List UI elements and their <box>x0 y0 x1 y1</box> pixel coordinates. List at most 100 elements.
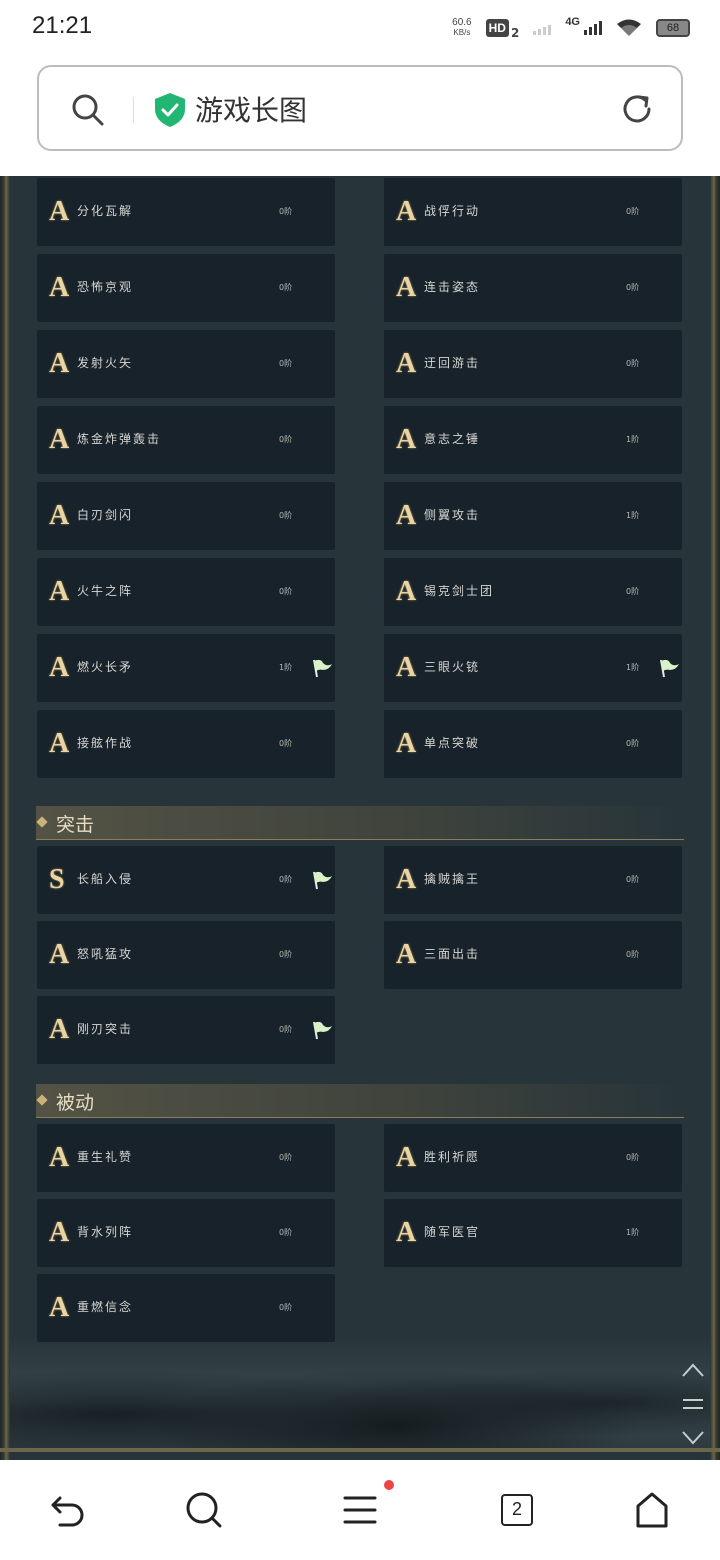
skill-card[interactable]: A 火牛之阵 0阶 <box>37 558 335 626</box>
grade-badge: A <box>396 576 417 607</box>
skill-card[interactable]: A 迂回游击 0阶 <box>384 330 682 398</box>
grade-badge: A <box>396 424 417 455</box>
skill-name: 背水列阵 <box>77 1225 134 1239</box>
skill-level: 0阶 <box>279 1228 293 1237</box>
skill-card[interactable]: A 随军医官 1阶 <box>384 1199 682 1267</box>
game-long-image: A 分化瓦解 0阶 A 战俘行动 0阶 A 恐怖京观 0阶 A 连击姿态 0阶 A 发射火矢 0阶 A 迂回游击… <box>0 176 720 1460</box>
back-icon[interactable] <box>48 1490 88 1530</box>
skill-level: 0阶 <box>626 207 640 216</box>
skill-card[interactable]: A 白刃剑闪 0阶 <box>37 482 335 550</box>
skill-card[interactable]: A 背水列阵 0阶 <box>37 1199 335 1267</box>
notification-dot <box>384 1480 394 1490</box>
grade-badge: A <box>396 500 417 531</box>
landscape-background <box>10 1336 710 1448</box>
browser-header: 游戏长图 <box>0 56 720 176</box>
scroll-down-icon[interactable] <box>674 1422 712 1456</box>
grade-badge: A <box>49 196 70 227</box>
section-header: 被动 <box>36 1084 684 1118</box>
grade-badge: A <box>396 864 417 895</box>
page-title[interactable]: 游戏长图 <box>195 89 307 129</box>
skill-name: 火牛之阵 <box>77 584 134 598</box>
scroll-up-icon[interactable] <box>674 1352 712 1386</box>
skill-card[interactable]: A 恐怖京观 0阶 <box>37 254 335 322</box>
status-icons: 60.6 KB/s HD 2 4G 68 <box>452 14 690 42</box>
skill-name: 胜利祈愿 <box>424 1150 481 1164</box>
skill-card[interactable]: A 炼金炸弹轰击 0阶 <box>37 406 335 474</box>
skill-level: 0阶 <box>279 1153 293 1162</box>
grade-badge: S <box>49 864 65 895</box>
refresh-icon[interactable] <box>619 91 655 127</box>
search-icon[interactable] <box>71 93 105 127</box>
scroll-control[interactable] <box>674 1352 712 1456</box>
skill-card[interactable]: A 重燃信念 0阶 <box>37 1274 335 1342</box>
skill-card[interactable]: A 分化瓦解 0阶 <box>37 178 335 246</box>
grade-badge: A <box>49 424 70 455</box>
skill-card[interactable]: A 接舷作战 0阶 <box>37 710 335 778</box>
grade-badge: A <box>49 576 70 607</box>
skill-level: 0阶 <box>279 283 293 292</box>
skill-name: 重生礼赞 <box>77 1150 134 1164</box>
skill-card[interactable]: A 发射火矢 0阶 <box>37 330 335 398</box>
skill-level: 1阶 <box>626 435 640 444</box>
skill-name: 刚刃突击 <box>77 1022 134 1036</box>
skill-card[interactable]: A 擒贼擒王 0阶 <box>384 846 682 914</box>
skill-card[interactable]: A 重生礼赞 0阶 <box>37 1124 335 1192</box>
skill-level: 0阶 <box>626 739 640 748</box>
grade-badge: A <box>396 196 417 227</box>
skill-card[interactable]: A 胜利祈愿 0阶 <box>384 1124 682 1192</box>
grade-badge: A <box>49 348 70 379</box>
network-type: 4G <box>565 16 580 28</box>
skill-card[interactable]: A 侧翼攻击 1阶 <box>384 482 682 550</box>
shield-check-icon <box>155 93 185 127</box>
flag-icon <box>311 1020 333 1040</box>
skill-card[interactable]: A 连击姿态 0阶 <box>384 254 682 322</box>
skill-level: 0阶 <box>279 511 293 520</box>
skill-name: 长船入侵 <box>77 872 134 886</box>
section-header: 突击 <box>36 806 684 840</box>
skill-card[interactable]: A 燃火长矛 1阶 <box>37 634 335 702</box>
tabs-icon[interactable]: 2 <box>501 1494 533 1526</box>
home-icon[interactable] <box>632 1490 672 1530</box>
skill-name: 三面出击 <box>424 947 481 961</box>
skill-name: 单点突破 <box>424 736 481 750</box>
net-speed: 60.6 KB/s <box>452 18 471 38</box>
skill-card[interactable]: A 锡克剑士团 0阶 <box>384 558 682 626</box>
skill-card[interactable]: A 三眼火铳 1阶 <box>384 634 682 702</box>
section-title: 突击 <box>56 814 95 836</box>
search-divider <box>133 97 134 123</box>
skill-level: 1阶 <box>626 663 640 672</box>
address-bar[interactable]: 游戏长图 <box>37 65 683 151</box>
skill-card[interactable]: A 战俘行动 0阶 <box>384 178 682 246</box>
skill-card[interactable]: A 意志之锤 1阶 <box>384 406 682 474</box>
skill-name: 炼金炸弹轰击 <box>77 432 162 446</box>
frame-border-left <box>0 176 10 1460</box>
wifi-icon <box>617 19 641 36</box>
grade-badge: A <box>49 728 70 759</box>
search-nav-icon[interactable] <box>184 1490 224 1530</box>
skill-card[interactable]: A 怒吼猛攻 0阶 <box>37 921 335 989</box>
skill-level: 0阶 <box>626 950 640 959</box>
section-title: 被动 <box>56 1092 95 1114</box>
skill-level: 0阶 <box>279 875 293 884</box>
skill-card[interactable]: S 长船入侵 0阶 <box>37 846 335 914</box>
skill-level: 0阶 <box>626 283 640 292</box>
skill-level: 1阶 <box>279 663 293 672</box>
skill-level: 0阶 <box>279 587 293 596</box>
skill-name: 侧翼攻击 <box>424 508 481 522</box>
skill-card[interactable]: A 单点突破 0阶 <box>384 710 682 778</box>
scroll-menu-icon[interactable] <box>674 1388 712 1422</box>
bottom-navigation: 2 <box>0 1460 720 1560</box>
skill-name: 意志之锤 <box>424 432 481 446</box>
skill-card[interactable]: A 三面出击 0阶 <box>384 921 682 989</box>
skill-name: 分化瓦解 <box>77 204 134 218</box>
menu-icon[interactable] <box>340 1490 380 1530</box>
skill-name: 迂回游击 <box>424 356 481 370</box>
sim2-signal-icon <box>533 21 552 35</box>
skill-name: 接舷作战 <box>77 736 134 750</box>
skill-name: 白刃剑闪 <box>77 508 134 522</box>
grade-badge: A <box>396 272 417 303</box>
skill-level: 0阶 <box>279 207 293 216</box>
skill-level: 0阶 <box>279 1303 293 1312</box>
skill-card[interactable]: A 刚刃突击 0阶 <box>37 996 335 1064</box>
grade-badge: A <box>49 500 70 531</box>
